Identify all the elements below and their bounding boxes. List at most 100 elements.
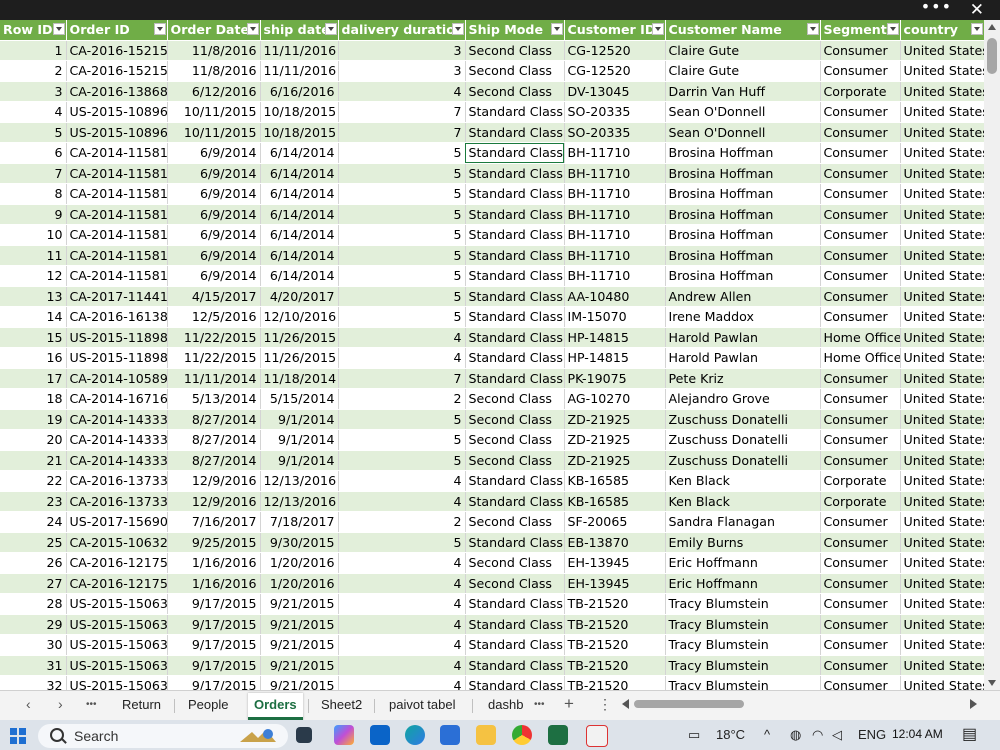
add-sheet-button[interactable]: + [564,694,574,714]
table-cell[interactable]: 12 [0,265,67,287]
table-cell[interactable]: 5 [338,163,466,184]
filter-dropdown-icon[interactable] [651,23,664,35]
table-cell[interactable]: 6/16/2016 [260,81,339,102]
table-cell[interactable]: 30 [0,634,67,656]
copilot-icon[interactable] [334,725,354,745]
table-cell[interactable]: 9/21/2015 [260,614,339,635]
table-cell[interactable]: CA-2014-105893 [66,368,168,389]
table-cell[interactable]: 28 [0,593,67,615]
table-cell[interactable]: US-2015-150630 [66,614,168,635]
table-cell[interactable]: 11/26/2015 [260,327,339,348]
table-cell[interactable]: Tracy Blumstein [665,593,821,615]
table-cell[interactable]: Consumer [820,573,901,594]
tab-dashb[interactable]: dashb [482,693,529,717]
table-cell[interactable]: United States [900,470,984,492]
table-cell[interactable]: Standard Class [465,593,565,615]
table-cell[interactable]: 4 [338,593,466,615]
scroll-left-icon[interactable] [622,699,629,709]
table-cell[interactable]: United States [900,532,984,553]
table-cell[interactable]: Second Class [465,81,565,102]
file-explorer-icon[interactable] [476,725,496,745]
table-cell[interactable]: 6/9/2014 [167,142,261,164]
table-cell[interactable]: Sean O'Donnell [665,101,821,123]
table-cell[interactable]: US-2015-150630 [66,655,168,676]
table-cell[interactable]: 5/13/2014 [167,388,261,410]
window-close-button[interactable]: ✕ [970,0,984,20]
table-cell[interactable]: United States [900,306,984,328]
table-cell[interactable]: 9/17/2015 [167,593,261,615]
table-cell[interactable]: Standard Class [465,286,565,307]
table-cell[interactable]: United States [900,265,984,287]
table-cell[interactable]: 17 [0,368,67,389]
table-cell[interactable]: ZD-21925 [564,450,666,471]
table-cell[interactable]: IM-15070 [564,306,666,328]
table-cell[interactable]: 11/11/2016 [260,60,339,82]
table-cell[interactable]: Standard Class [465,183,565,205]
table-cell[interactable]: 6/14/2014 [260,163,339,184]
column-header[interactable]: Order ID [66,20,168,41]
table-cell[interactable]: United States [900,409,984,430]
table-cell[interactable]: 6/12/2016 [167,81,261,102]
table-cell[interactable]: Consumer [820,511,901,533]
table-cell[interactable]: 7 [338,368,466,389]
table-cell[interactable]: Second Class [465,40,565,61]
chevron-up-icon[interactable]: ^ [764,727,770,742]
table-cell[interactable]: 11/11/2016 [260,40,339,61]
table-cell[interactable]: United States [900,573,984,594]
table-cell[interactable]: Consumer [820,450,901,471]
table-cell[interactable]: 7 [0,163,67,184]
table-cell[interactable]: 6/9/2014 [167,183,261,205]
table-cell[interactable]: Standard Class [465,101,565,123]
wifi-icon[interactable]: ◠ [812,727,823,743]
table-cell[interactable]: 3 [338,60,466,82]
table-cell[interactable]: Eric Hoffmann [665,573,821,594]
table-cell[interactable]: 9/21/2015 [260,655,339,676]
table-cell[interactable]: United States [900,122,984,143]
table-cell[interactable]: Consumer [820,368,901,389]
table-cell[interactable]: Claire Gute [665,60,821,82]
paint-icon[interactable] [586,725,608,747]
table-cell[interactable]: 5 [0,122,67,143]
table-cell[interactable]: 32 [0,675,67,690]
table-cell[interactable]: Tracy Blumstein [665,655,821,676]
table-cell[interactable]: Irene Maddox [665,306,821,328]
table-cell[interactable]: Second Class [465,388,565,410]
table-cell[interactable]: Tracy Blumstein [665,634,821,656]
tab-orders[interactable]: Orders [248,693,303,720]
table-cell[interactable]: 10/11/2015 [167,122,261,143]
table-cell[interactable]: TB-21520 [564,675,666,690]
table-cell[interactable]: 5 [338,183,466,205]
table-cell[interactable]: 4 [338,675,466,690]
table-cell[interactable]: Standard Class [465,634,565,656]
table-cell[interactable]: CA-2016-137330 [66,470,168,492]
table-cell[interactable]: United States [900,245,984,266]
table-cell[interactable]: Standard Class [465,306,565,328]
table-cell[interactable]: Brosina Hoffman [665,163,821,184]
table-cell[interactable]: 7 [338,101,466,123]
table-cell[interactable]: 6/14/2014 [260,204,339,225]
table-cell[interactable]: 21 [0,450,67,471]
tab-paivot-tabel[interactable]: paivot tabel [383,693,462,717]
table-cell[interactable]: 5 [338,532,466,553]
table-cell[interactable]: 2 [0,60,67,82]
table-cell[interactable]: Standard Class [465,163,565,184]
table-cell[interactable]: EH-13945 [564,552,666,574]
table-cell[interactable]: United States [900,224,984,246]
table-cell[interactable]: 9/25/2015 [167,532,261,553]
table-cell[interactable]: 12/9/2016 [167,470,261,492]
table-cell[interactable]: United States [900,204,984,225]
table-cell[interactable]: 29 [0,614,67,635]
table-cell[interactable]: Tracy Blumstein [665,675,821,690]
table-cell[interactable]: United States [900,450,984,471]
table-cell[interactable]: 6 [0,142,67,164]
table-cell[interactable]: 12/10/2016 [260,306,339,328]
table-cell[interactable]: 9/17/2015 [167,655,261,676]
table-cell[interactable]: Consumer [820,306,901,328]
table-cell[interactable]: 6/14/2014 [260,245,339,266]
table-cell[interactable]: 11 [0,245,67,266]
table-cell[interactable]: DV-13045 [564,81,666,102]
table-cell[interactable]: United States [900,388,984,410]
table-cell[interactable]: 11/8/2016 [167,60,261,82]
table-cell[interactable]: 1 [0,40,67,61]
table-cell[interactable]: 9/30/2015 [260,532,339,553]
